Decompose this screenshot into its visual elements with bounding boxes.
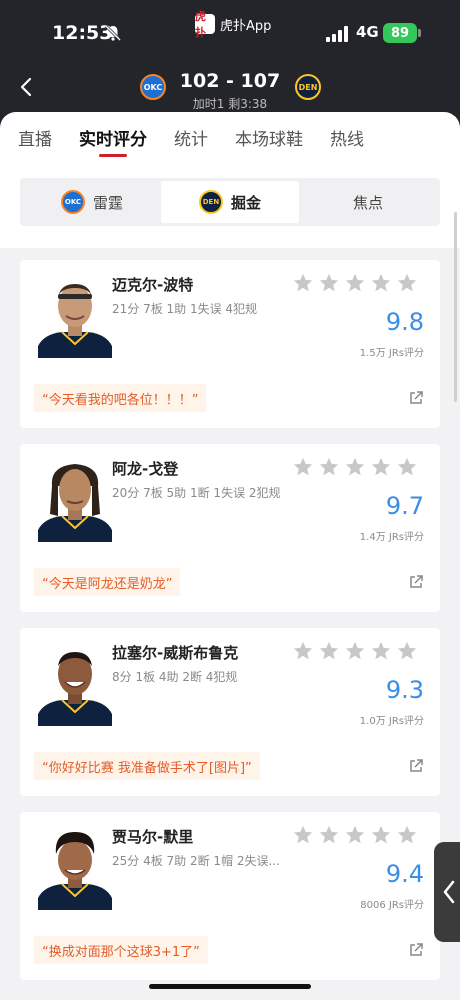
player-avatar — [38, 284, 112, 358]
status-bar: 12:53 虎扑 虎扑App 4G 89 — [0, 0, 460, 64]
player-stats: 20分 7板 5助 1断 1失误 2犯规 — [112, 486, 281, 500]
player-avatar — [38, 652, 112, 726]
team-selector-area: OKC 雷霆 DEN 掘金 焦点 — [0, 160, 460, 248]
player-stats: 25分 4板 7助 2断 1帽 2失误... — [112, 854, 280, 868]
tab-live[interactable]: 直播 — [18, 112, 52, 160]
player-rating-card[interactable]: 贾马尔-默里 25分 4板 7助 2断 1帽 2失误... 9.4 8006 J… — [20, 812, 440, 980]
star-icon[interactable] — [396, 272, 418, 294]
share-icon[interactable] — [408, 758, 424, 774]
share-icon[interactable] — [408, 942, 424, 958]
rating-stars[interactable] — [292, 640, 418, 662]
player-avatar — [38, 464, 112, 542]
scroll-bar[interactable] — [454, 212, 457, 402]
player-rating-card[interactable]: 阿龙-戈登 20分 7板 5助 1断 1失误 2犯规 9.7 1.4万 JRs评… — [20, 444, 440, 612]
player-rating-card[interactable]: 拉塞尔-威斯布鲁克 8分 1板 4助 2断 4犯规 9.3 1.0万 JRs评分… — [20, 628, 440, 796]
star-icon[interactable] — [370, 456, 392, 478]
star-icon[interactable] — [396, 640, 418, 662]
tab-live-rating[interactable]: 实时评分 — [79, 112, 147, 160]
rating-count: 1.5万 JRs评分 — [359, 348, 424, 359]
player-rating-card[interactable]: 迈克尔-波特 21分 7板 1助 1失误 4犯规 9.8 1.5万 JRs评分 … — [20, 260, 440, 428]
rating-stars[interactable] — [292, 824, 418, 846]
app-indicator[interactable]: 虎扑 虎扑App — [195, 10, 272, 39]
top-comment[interactable]: “今天是阿龙还是奶龙” — [34, 568, 181, 596]
star-icon[interactable] — [318, 824, 340, 846]
star-icon[interactable] — [292, 456, 314, 478]
top-comment[interactable]: “换成对面那个这球3+1了” — [34, 936, 208, 964]
top-comment[interactable]: “你好好比赛 我准备做手术了[图片]” — [34, 752, 260, 780]
star-icon[interactable] — [292, 640, 314, 662]
battery-cap — [418, 29, 421, 37]
team-option-label: 焦点 — [352, 193, 383, 212]
team-option-label: 掘金 — [230, 193, 261, 212]
team-option-focus[interactable]: 焦点 — [299, 181, 437, 223]
star-icon[interactable] — [370, 272, 392, 294]
tab-sneakers[interactable]: 本场球鞋 — [235, 112, 303, 160]
rating-stars[interactable] — [292, 272, 418, 294]
den-team-logo-icon[interactable]: DEN — [295, 74, 321, 100]
top-comment[interactable]: “今天看我的吧各位！！！” — [34, 384, 207, 412]
rating-count: 1.0万 JRs评分 — [359, 716, 424, 727]
rating-content: OKC 雷霆 DEN 掘金 焦点 迈克尔-波特 21分 7板 1助 1失误 4犯… — [0, 160, 460, 1000]
star-icon[interactable] — [292, 272, 314, 294]
okc-logo-icon: OKC — [60, 190, 85, 214]
rating-count: 8006 JRs评分 — [360, 900, 424, 911]
game-score: 102 - 107 — [179, 70, 281, 92]
star-icon[interactable] — [318, 456, 340, 478]
main-tabs: 直播 实时评分 统计 本场球鞋 热线 — [0, 112, 460, 160]
mute-bell-icon — [104, 24, 122, 42]
share-icon[interactable] — [408, 390, 424, 406]
rating-stars[interactable] — [292, 456, 418, 478]
chevron-left-icon — [443, 880, 455, 904]
player-name: 贾马尔-默里 — [112, 828, 194, 846]
star-icon[interactable] — [318, 640, 340, 662]
star-icon[interactable] — [292, 824, 314, 846]
star-icon[interactable] — [370, 640, 392, 662]
team-option-label: 雷霆 — [92, 193, 123, 212]
star-icon[interactable] — [396, 456, 418, 478]
player-rating: 9.4 — [385, 860, 424, 888]
team-option-nuggets[interactable]: DEN 掘金 — [161, 181, 299, 223]
star-icon[interactable] — [344, 456, 366, 478]
player-rating: 9.7 — [385, 492, 424, 520]
player-rating: 9.8 — [385, 308, 424, 336]
game-period: 加时1 剩3:38 — [192, 97, 268, 111]
team-option-thunder[interactable]: OKC 雷霆 — [23, 181, 161, 223]
hupu-logo-icon: 虎扑 — [195, 10, 215, 39]
star-icon[interactable] — [318, 272, 340, 294]
den-logo-icon: DEN — [198, 190, 223, 214]
share-icon[interactable] — [408, 574, 424, 590]
player-name: 阿龙-戈登 — [112, 460, 179, 478]
battery-icon: 89 — [383, 23, 417, 43]
player-rating: 9.3 — [385, 676, 424, 704]
player-name: 拉塞尔-威斯布鲁克 — [112, 644, 239, 662]
side-drawer-tab[interactable] — [434, 842, 460, 942]
player-name: 迈克尔-波特 — [112, 276, 194, 294]
star-icon[interactable] — [344, 640, 366, 662]
player-stats: 8分 1板 4助 2断 4犯规 — [112, 670, 238, 684]
star-icon[interactable] — [396, 824, 418, 846]
player-avatar — [38, 832, 112, 910]
rating-count: 1.4万 JRs评分 — [359, 532, 424, 543]
star-icon[interactable] — [370, 824, 392, 846]
team-selector: OKC 雷霆 DEN 掘金 焦点 — [20, 178, 440, 226]
player-stats: 21分 7板 1助 1失误 4犯规 — [112, 302, 258, 316]
tab-stats[interactable]: 统计 — [174, 112, 208, 160]
tab-hotline[interactable]: 热线 — [330, 112, 364, 160]
network-type: 4G — [356, 23, 379, 41]
signal-icon — [326, 26, 348, 42]
star-icon[interactable] — [344, 272, 366, 294]
home-indicator[interactable] — [149, 984, 311, 989]
star-icon[interactable] — [344, 824, 366, 846]
app-name: 虎扑App — [220, 18, 272, 34]
